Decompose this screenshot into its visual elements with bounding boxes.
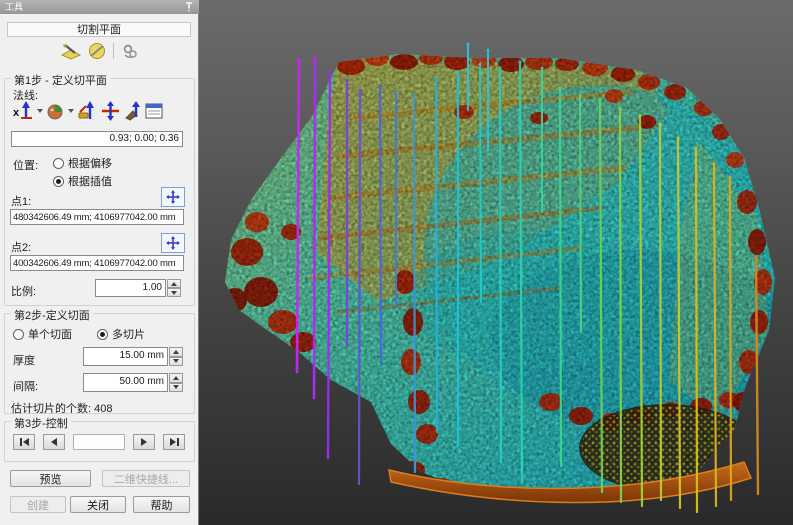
panel-header-label: 切割平面 (77, 24, 121, 36)
slice-count-estimate: 估计切片的个数: 408 (11, 400, 112, 416)
point1-label: 点1: (11, 193, 31, 209)
normal-vector-input[interactable]: 0.93; 0.00; 0.36 (11, 131, 183, 147)
step1-legend: 第1步 - 定义切平面 (11, 72, 110, 88)
ratio-spin-up-button[interactable] (167, 279, 181, 288)
close-button[interactable]: 关闭 (70, 496, 126, 513)
step2-group: 第2步-定义切面 单个切面 多切片 厚度 15.00 mm 间隔: 50.00 … (4, 313, 195, 414)
point-cloud-scene (199, 0, 793, 525)
pin-icon[interactable] (184, 1, 194, 13)
ratio-spinner: 1.00 (95, 279, 181, 297)
first-slice-button[interactable] (13, 434, 35, 450)
last-slice-button[interactable] (163, 434, 185, 450)
step2-legend: 第2步-定义切面 (11, 307, 93, 323)
point1-input[interactable]: 480342606.49 mm; 4106977042.00 mm (10, 209, 184, 225)
application-window: 工具 切割平面 第1步 - 定义切平面 法线: (0, 0, 793, 525)
thickness-input[interactable]: 15.00 mm (83, 347, 168, 366)
panel-header: 切割平面 (7, 22, 191, 37)
radio-by-interpolation[interactable]: 根据插值 (53, 173, 112, 189)
normal-align-icon[interactable] (123, 101, 143, 121)
slice-index-input[interactable] (73, 434, 125, 450)
help-button[interactable]: 帮助 (133, 496, 190, 513)
thickness-label: 厚度 (13, 352, 35, 368)
ratio-input[interactable]: 1.00 (95, 279, 166, 297)
ratio-label: 比例: (11, 283, 36, 299)
position-label: 位置: (13, 157, 38, 173)
next-slice-button[interactable] (133, 434, 155, 450)
spacing-input[interactable]: 50.00 mm (83, 373, 168, 392)
spacing-label: 间隔: (13, 378, 38, 394)
radio-circle[interactable] (97, 329, 108, 340)
toolbar-separator (113, 43, 114, 59)
radio-by-offset[interactable]: 根据偏移 (53, 155, 112, 171)
panel-titlebar[interactable]: 工具 (0, 0, 199, 14)
normal-icon-row: x (13, 101, 163, 121)
grab-options-icon[interactable] (121, 43, 139, 60)
radio-single-section[interactable]: 单个切面 (13, 326, 72, 342)
svg-text:x: x (13, 107, 20, 119)
thickness-spin-up-button[interactable] (169, 347, 183, 357)
create-button: 创建 (10, 496, 66, 513)
point1-pick-button[interactable] (161, 187, 185, 207)
cutplane-toolbar (0, 40, 199, 62)
thickness-spinner: 15.00 mm (83, 347, 183, 366)
viewport-3d[interactable] (199, 0, 793, 525)
radio-circle[interactable] (13, 329, 24, 340)
panel-title: 工具 (5, 2, 23, 12)
point2-label: 点2: (11, 239, 31, 255)
preview-button[interactable]: 预览 (10, 470, 91, 487)
spacing-spinner: 50.00 mm (83, 373, 183, 392)
step3-group: 第3步-控制 (4, 421, 195, 462)
normal-pick-icon[interactable] (77, 101, 98, 121)
ratio-spin-down-button[interactable] (167, 288, 181, 297)
step3-legend: 第3步-控制 (11, 415, 71, 431)
coordinate-dialog-icon[interactable] (145, 103, 163, 119)
thickness-spin-down-button[interactable] (169, 357, 183, 367)
previous-slice-button[interactable] (43, 434, 65, 450)
normal-x-axis-icon[interactable]: x (13, 101, 34, 121)
tools-panel: 工具 切割平面 第1步 - 定义切平面 法线: (0, 0, 199, 525)
chevron-down-icon[interactable] (37, 109, 43, 113)
radio-single-section-label: 单个切面 (28, 326, 72, 342)
radio-by-interpolation-label: 根据插值 (68, 173, 112, 189)
point2-pick-button[interactable] (161, 233, 185, 253)
radio-multi-slice-label: 多切片 (112, 326, 145, 342)
chevron-down-icon[interactable] (68, 109, 74, 113)
step1-group: 第1步 - 定义切平面 法线: x (4, 78, 195, 306)
edit-plane-icon[interactable] (61, 43, 81, 60)
normal-fit-plane-icon[interactable] (46, 102, 65, 121)
radio-multi-slice[interactable]: 多切片 (97, 326, 145, 342)
radio-circle[interactable] (53, 176, 64, 187)
radio-circle[interactable] (53, 158, 64, 169)
spacing-spin-up-button[interactable] (169, 373, 183, 383)
slice-disc-icon[interactable] (88, 42, 106, 60)
normal-flip-icon[interactable] (100, 101, 121, 121)
point2-input[interactable]: 400342606.49 mm; 4106977042.00 mm (10, 255, 184, 271)
radio-by-offset-label: 根据偏移 (68, 155, 112, 171)
point-cloud-rock (199, 0, 793, 525)
spacing-spin-down-button[interactable] (169, 383, 183, 393)
quick-2d-lines-button: 二维快捷线... (102, 470, 190, 487)
